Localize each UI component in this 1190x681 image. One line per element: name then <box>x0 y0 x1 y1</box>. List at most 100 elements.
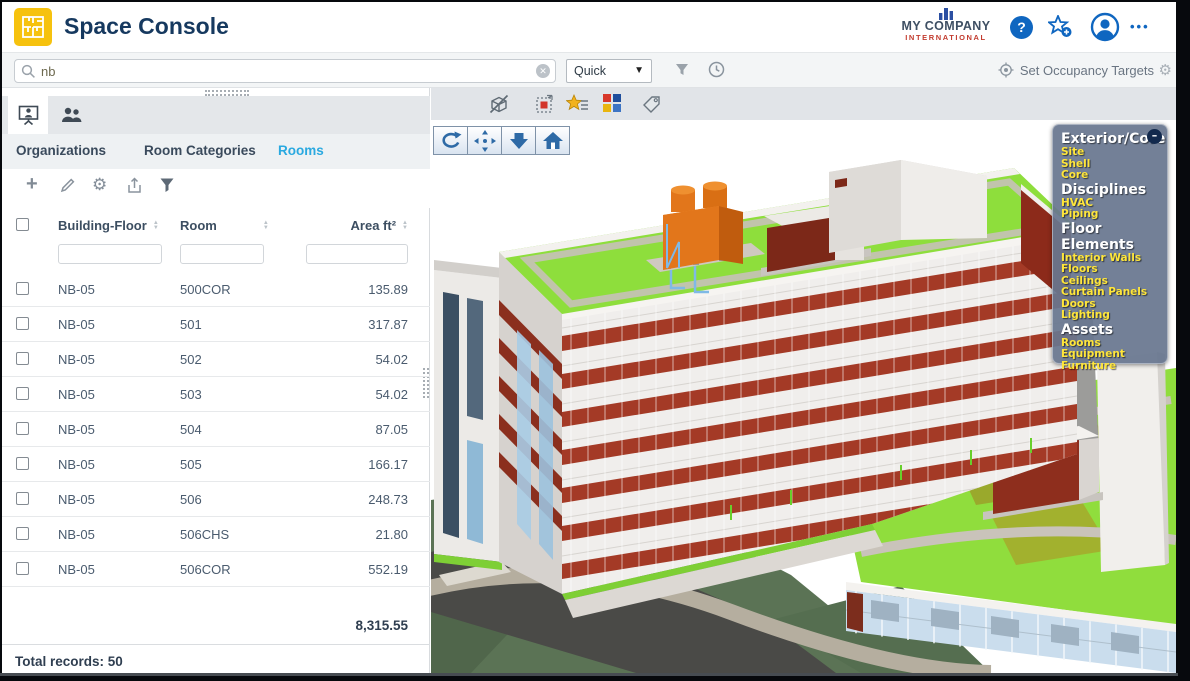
row-checkbox[interactable] <box>16 527 29 540</box>
tab-people[interactable] <box>48 96 94 134</box>
row-checkbox[interactable] <box>16 457 29 470</box>
sort-icon[interactable]: ▲▼ <box>153 221 159 231</box>
space-list-panel: Organizations Room Categories Rooms + ⚙ … <box>2 88 430 673</box>
user-avatar-icon[interactable] <box>1090 12 1120 42</box>
legend-item[interactable]: Curtain Panels <box>1061 287 1167 299</box>
cell-room: 502 <box>180 352 202 367</box>
cell-room: 506COR <box>180 562 231 577</box>
history-clock-icon[interactable] <box>708 61 725 83</box>
help-icon[interactable]: ? <box>1010 16 1033 39</box>
color-themes-icon[interactable] <box>602 93 622 118</box>
tab-room-categories[interactable]: Room Categories <box>144 143 256 158</box>
set-occupancy-targets-label: Set Occupancy Targets <box>1020 63 1154 78</box>
column-filter-row <box>2 244 430 270</box>
table-row[interactable]: NB-0550487.05 <box>2 412 430 447</box>
add-button[interactable]: + <box>26 173 38 196</box>
favorite-add-icon[interactable] <box>1048 15 1074 39</box>
chevron-down-icon: ▼ <box>634 60 644 82</box>
select-all-checkbox[interactable] <box>16 218 29 231</box>
rotate-view-icon[interactable] <box>433 126 468 155</box>
search-input[interactable] <box>41 61 521 81</box>
total-records-label: Total records: 50 <box>15 654 123 669</box>
edit-pencil-icon[interactable] <box>60 177 76 198</box>
isolate-selection-icon[interactable] <box>534 93 556 120</box>
legend-section-title: Floor Elements <box>1061 221 1167 253</box>
cell-building-floor: NB-05 <box>58 527 95 542</box>
table-row[interactable]: NB-05506248.73 <box>2 482 430 517</box>
3d-viewport[interactable]: – Exterior/CoreSiteShellCoreDisciplinesH… <box>431 120 1176 673</box>
space-console-logo-icon <box>14 8 52 46</box>
cell-building-floor: NB-05 <box>58 317 95 332</box>
viewer-toolbar <box>431 88 1176 120</box>
pan-view-icon[interactable] <box>467 126 502 155</box>
set-occupancy-targets-button[interactable]: Set Occupancy Targets ⚙ <box>998 62 1154 81</box>
tab-space-hierarchy[interactable] <box>8 96 48 134</box>
search-toolbar: ✕ Quick ▼ Set Occupancy Targets ⚙ <box>2 52 1176 88</box>
column-area[interactable]: Area ft²▲▼ <box>351 218 408 233</box>
tab-rooms[interactable]: Rooms <box>278 143 324 158</box>
row-checkbox[interactable] <box>16 387 29 400</box>
list-filter-icon[interactable] <box>159 177 175 198</box>
row-checkbox[interactable] <box>16 317 29 330</box>
collapse-legend-icon[interactable]: – <box>1147 129 1162 144</box>
table-row[interactable]: NB-05506CHS21.80 <box>2 517 430 552</box>
row-checkbox[interactable] <box>16 562 29 575</box>
company-logo: MY COMPANY INTERNATIONAL <box>888 7 1004 42</box>
filter-area-input[interactable] <box>306 244 408 264</box>
cell-building-floor: NB-05 <box>58 352 95 367</box>
cell-building-floor: NB-05 <box>58 457 95 472</box>
cell-room: 501 <box>180 317 202 332</box>
clear-search-icon[interactable]: ✕ <box>536 64 550 78</box>
table-row[interactable]: NB-0550254.02 <box>2 342 430 377</box>
sort-icon[interactable]: ▲▼ <box>263 221 269 231</box>
home-view-icon[interactable] <box>535 126 570 155</box>
row-checkbox[interactable] <box>16 352 29 365</box>
search-icon <box>21 64 36 84</box>
more-menu-icon[interactable]: ••• <box>1130 19 1150 34</box>
row-checkbox[interactable] <box>16 422 29 435</box>
search-box: ✕ <box>14 59 556 83</box>
look-down-icon[interactable] <box>501 126 536 155</box>
legend-item[interactable]: Lighting <box>1061 310 1167 322</box>
table-row[interactable]: NB-05500COR135.89 <box>2 272 430 307</box>
table-body: NB-05500COR135.89NB-05501317.87NB-055025… <box>2 272 430 587</box>
hide-selection-icon[interactable] <box>488 93 510 120</box>
table-row[interactable]: NB-05501317.87 <box>2 307 430 342</box>
saved-views-star-icon[interactable] <box>566 93 590 120</box>
filter-icon[interactable] <box>674 62 690 83</box>
table-row[interactable]: NB-05506COR552.19 <box>2 552 430 587</box>
table-row[interactable]: NB-05505166.17 <box>2 447 430 482</box>
cell-room: 504 <box>180 422 202 437</box>
filter-room-input[interactable] <box>180 244 264 264</box>
list-toolbar: + ⚙ <box>2 169 430 208</box>
row-checkbox[interactable] <box>16 492 29 505</box>
row-checkbox[interactable] <box>16 282 29 295</box>
settings-gear-icon[interactable]: ⚙ <box>92 175 107 195</box>
occupancy-gear-icon[interactable]: ⚙ <box>1159 61 1172 79</box>
cell-area: 552.19 <box>368 562 408 577</box>
column-building-floor[interactable]: Building-Floor▲▼ <box>58 218 159 233</box>
cell-room: 503 <box>180 387 202 402</box>
legend-item[interactable]: Furniture <box>1061 361 1167 373</box>
total-records-bar: Total records: 50 <box>2 644 430 645</box>
company-name: MY COMPANY <box>888 20 1004 33</box>
tab-organizations[interactable]: Organizations <box>16 143 106 158</box>
company-subtitle: INTERNATIONAL <box>888 33 1004 42</box>
search-mode-select[interactable]: Quick ▼ <box>566 59 652 83</box>
export-icon[interactable] <box>126 177 143 199</box>
table-row[interactable]: NB-0550354.02 <box>2 377 430 412</box>
legend-item[interactable]: Piping <box>1061 209 1167 221</box>
legend-section-title: Disciplines <box>1061 182 1167 198</box>
legend-item[interactable]: Site <box>1061 147 1167 159</box>
viewer-nav-toolbar <box>433 126 569 155</box>
sort-icon[interactable]: ▲▼ <box>402 221 408 231</box>
legend-item[interactable]: Core <box>1061 170 1167 182</box>
legend-item[interactable]: Floors <box>1061 264 1167 276</box>
tag-label-icon[interactable] <box>641 93 663 120</box>
column-room[interactable]: Room▲▼ <box>180 218 269 233</box>
window-bottom-edge <box>0 673 1178 676</box>
search-mode-value: Quick <box>574 64 606 78</box>
app-header: Space Console MY COMPANY INTERNATIONAL ?… <box>2 2 1176 52</box>
legend-item[interactable]: Equipment <box>1061 349 1167 361</box>
filter-building-floor-input[interactable] <box>58 244 162 264</box>
